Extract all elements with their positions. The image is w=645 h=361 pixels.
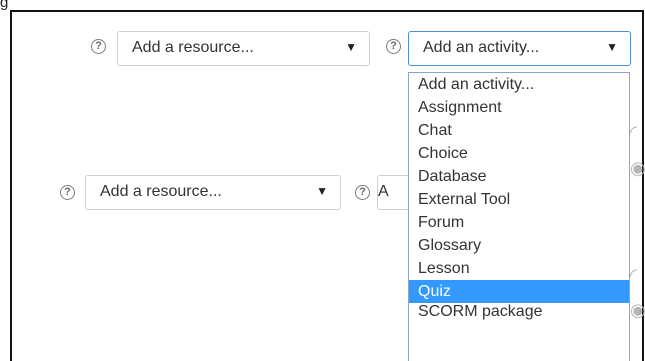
dropdown-option[interactable]: Assignment bbox=[409, 96, 629, 119]
add-resource-select-label: Add a resource... bbox=[100, 183, 222, 200]
lightbulb-icon: ◜ bbox=[630, 265, 637, 285]
figure-label: g bbox=[0, 0, 9, 11]
help-icon[interactable]: ? bbox=[91, 39, 106, 54]
dropdown-option[interactable]: Forum bbox=[409, 211, 629, 234]
help-icon[interactable]: ? bbox=[386, 39, 401, 54]
dropdown-option-selected[interactable]: Quiz bbox=[409, 280, 629, 303]
screenshot-root: g ? Add a resource... ▼ ? Add an activit… bbox=[0, 0, 645, 361]
dropdown-option[interactable]: Add an activity... bbox=[409, 73, 629, 96]
add-activity-select[interactable]: Add an activity... ▼ bbox=[408, 31, 631, 66]
help-icon[interactable]: ? bbox=[60, 185, 75, 200]
dropdown-option[interactable]: Database bbox=[409, 165, 629, 188]
activity-dropdown-list[interactable]: Add an activity... Assignment Chat Choic… bbox=[408, 72, 630, 361]
add-activity-select-label: A bbox=[378, 183, 389, 200]
eye-icon: ◉ bbox=[630, 158, 645, 178]
dropdown-option[interactable]: Glossary bbox=[409, 234, 629, 257]
lightbulb-icon: ◜ bbox=[630, 122, 637, 142]
dropdown-option[interactable]: SCORM package bbox=[409, 303, 629, 326]
chevron-down-icon: ▼ bbox=[316, 184, 328, 198]
add-resource-select[interactable]: Add a resource... ▼ bbox=[117, 31, 370, 66]
dropdown-option[interactable]: Lesson bbox=[409, 257, 629, 280]
chevron-down-icon: ▼ bbox=[345, 40, 357, 54]
dropdown-option[interactable]: Chat bbox=[409, 119, 629, 142]
add-resource-select-label: Add a resource... bbox=[132, 39, 254, 56]
dropdown-option[interactable]: Choice bbox=[409, 142, 629, 165]
help-icon[interactable]: ? bbox=[355, 185, 370, 200]
dropdown-option[interactable]: External Tool bbox=[409, 188, 629, 211]
chevron-down-icon: ▼ bbox=[606, 40, 618, 54]
add-resource-select-2[interactable]: Add a resource... ▼ bbox=[85, 175, 341, 210]
add-activity-select-label: Add an activity... bbox=[423, 39, 540, 56]
eye-icon: ◉ bbox=[630, 300, 645, 320]
